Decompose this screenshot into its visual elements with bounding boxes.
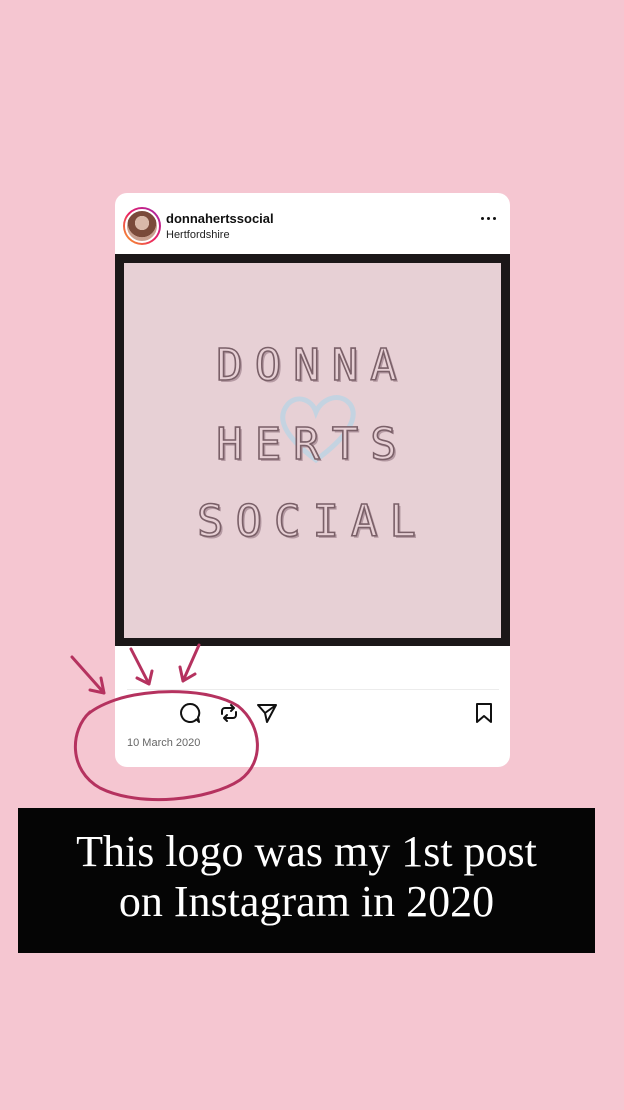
repost-icon[interactable] — [217, 701, 241, 725]
post-actions: 10 March 2020 — [115, 653, 510, 753]
post-date: 10 March 2020 — [127, 737, 201, 749]
post-location[interactable]: Hertfordshire — [166, 229, 230, 241]
caption-box: This logo was my 1st post on Instagram i… — [18, 808, 595, 953]
post-header: donnahertssocial Hertfordshire — [115, 193, 510, 253]
comment-icon[interactable] — [178, 701, 202, 725]
logo-line-3: SOCIAL — [196, 495, 428, 548]
more-options-icon[interactable] — [479, 213, 499, 223]
bookmark-icon[interactable] — [472, 701, 496, 725]
caption-line-1: This logo was my 1st post — [76, 827, 537, 876]
avatar[interactable] — [123, 207, 161, 245]
caption-text: This logo was my 1st post on Instagram i… — [18, 827, 595, 927]
heart-icon[interactable] — [143, 701, 167, 725]
logo-line-2: HERTS — [215, 418, 409, 471]
send-icon[interactable] — [255, 701, 279, 725]
divider — [127, 689, 499, 690]
arrow-1 — [70, 655, 106, 695]
instagram-post-card: donnahertssocial Hertfordshire DONNA HER… — [115, 193, 510, 767]
post-image[interactable]: DONNA HERTS SOCIAL — [115, 254, 510, 646]
logo-image: DONNA HERTS SOCIAL — [124, 263, 501, 638]
caption-line-2: on Instagram in 2020 — [118, 877, 495, 926]
post-username[interactable]: donnahertssocial — [166, 211, 274, 226]
logo-line-1: DONNA — [215, 339, 409, 392]
